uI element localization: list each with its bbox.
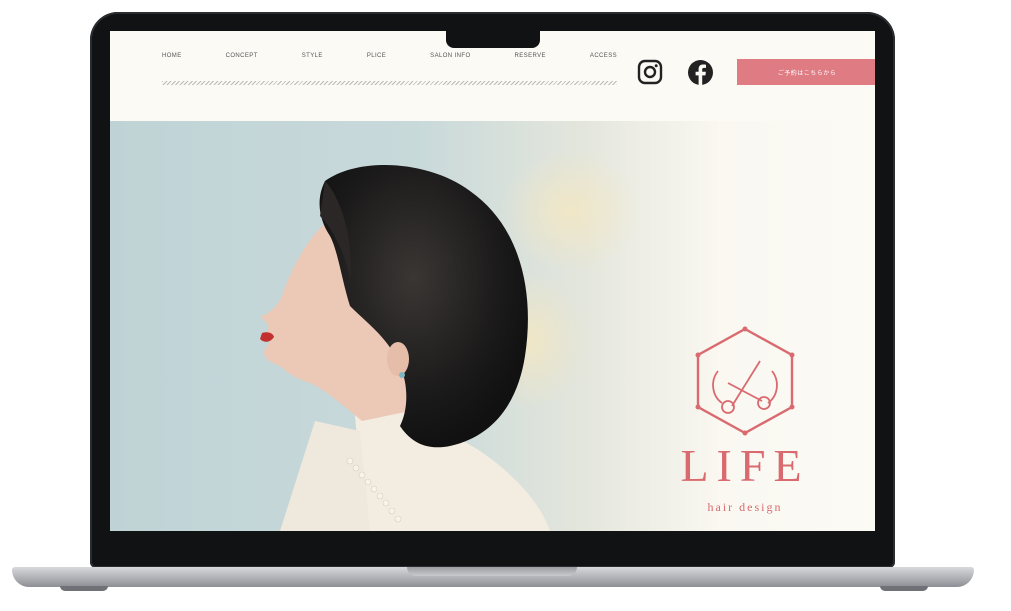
nav-item-concept[interactable]: CONCEPT xyxy=(226,53,258,59)
reserve-button[interactable]: ご予約はこちらから xyxy=(737,59,875,85)
nav-item-access[interactable]: ACCESS xyxy=(590,53,617,59)
facebook-icon[interactable] xyxy=(686,58,714,86)
laptop-foot-left xyxy=(60,586,108,591)
nav-item-home[interactable]: HOME xyxy=(162,53,182,59)
nav-item-style[interactable]: STYLE xyxy=(302,53,323,59)
laptop-opening-groove xyxy=(407,567,577,576)
camera-notch xyxy=(446,27,540,48)
hero-section: LIFE hair design xyxy=(110,121,875,531)
brand-tagline: hair design xyxy=(707,500,783,514)
laptop-frame: HOME CONCEPT STYLE PLICE SALON INFO RESE… xyxy=(0,0,1011,611)
nav-divider xyxy=(162,81,617,85)
salon-logo: LIFE hair design xyxy=(670,321,820,526)
nav-item-plice[interactable]: PLICE xyxy=(367,53,386,59)
brand-name: LIFE xyxy=(680,440,810,491)
nav-item-salon-info[interactable]: SALON INFO xyxy=(430,53,470,59)
laptop-foot-right xyxy=(880,586,928,591)
nav-item-reserve[interactable]: RESERVE xyxy=(515,53,546,59)
main-nav: HOME CONCEPT STYLE PLICE SALON INFO RESE… xyxy=(162,53,617,59)
instagram-icon[interactable] xyxy=(636,58,664,86)
website-screen: HOME CONCEPT STYLE PLICE SALON INFO RESE… xyxy=(110,31,875,531)
scissors-emblem-icon xyxy=(695,326,795,436)
